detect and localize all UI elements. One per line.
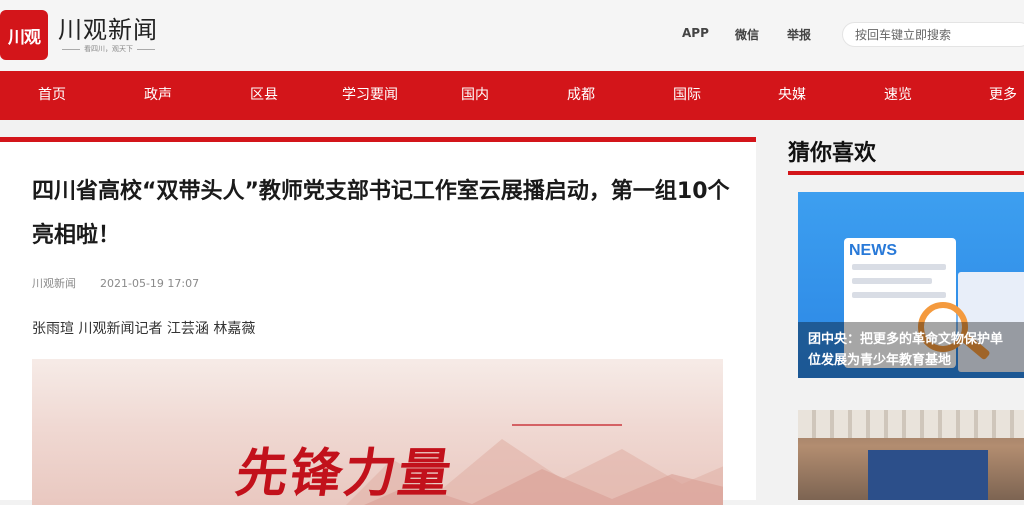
wechat-link[interactable]: 微信 xyxy=(735,26,759,43)
paper-line xyxy=(852,278,932,284)
recommend-card-2[interactable] xyxy=(798,410,1024,500)
recommend-caption-line2: 位发展为青少年教育基地 xyxy=(808,353,952,368)
news-word: NEWS xyxy=(849,242,897,259)
logo-mark-text: 川观 xyxy=(8,27,41,48)
sidebar-title: 猜你喜欢 xyxy=(788,141,877,166)
recommend-caption-line1: 团中央：把更多的革命文物保护单 xyxy=(808,332,1004,347)
recommend-caption: 团中央：把更多的革命文物保护单 位发展为青少年教育基地 xyxy=(798,322,1024,378)
main-nav: 首页 政声 区县 学习要闻 国内 成都 国际 央媒 速览 更多 xyxy=(0,71,1024,120)
article-authors: 张雨瑄 川观新闻记者 江芸涵 林嘉薇 xyxy=(32,321,256,337)
nav-item-chengdu[interactable]: 成都 xyxy=(531,71,631,120)
nav-item-international[interactable]: 国际 xyxy=(637,71,737,120)
nav-item-study-news[interactable]: 学习要闻 xyxy=(320,71,420,120)
search-input[interactable] xyxy=(842,22,1024,47)
report-link[interactable]: 举报 xyxy=(787,26,811,43)
hall-ceiling-illustration xyxy=(798,410,1024,438)
app-link[interactable]: APP xyxy=(682,26,709,40)
article-title: 四川省高校“双带头人”教师党支部书记工作室云展播启动，第一组10个亮相啦！ xyxy=(32,179,730,248)
nav-item-districts[interactable]: 区县 xyxy=(214,71,314,120)
nav-item-home[interactable]: 首页 xyxy=(2,71,102,120)
article-date: 2021-05-19 17:07 xyxy=(100,277,200,290)
nav-item-domestic[interactable]: 国内 xyxy=(425,71,525,120)
site-slogan: 看四川，观天下 xyxy=(58,44,159,54)
nav-item-more[interactable]: 更多 xyxy=(953,71,1024,120)
nav-item-quick-view[interactable]: 速览 xyxy=(848,71,948,120)
site-name[interactable]: 川观新闻 xyxy=(58,10,158,45)
sidebar-divider xyxy=(788,171,1024,175)
nav-item-politics[interactable]: 政声 xyxy=(108,71,208,120)
nav-item-central-media[interactable]: 央媒 xyxy=(742,71,842,120)
article-panel: 四川省高校“双带头人”教师党支部书记工作室云展播启动，第一组10个亮相啦！ 川观… xyxy=(0,137,756,505)
hero-banner-text: 先锋力量 xyxy=(232,443,457,504)
hall-stage-illustration xyxy=(868,450,988,500)
article-source[interactable]: 川观新闻 xyxy=(32,277,76,290)
logo-mark-icon[interactable]: 川观 xyxy=(0,10,48,60)
recommend-card[interactable]: NEWS 团中央：把更多的革命文物保护单 位发展为青少年教育基地 xyxy=(798,192,1024,378)
article-meta: 川观新闻 2021-05-19 17:07 xyxy=(32,275,199,291)
paper-line xyxy=(852,264,946,270)
article-hero-image: 先锋力量 xyxy=(32,359,723,505)
paper-line xyxy=(852,292,946,298)
site-header: 川观 川观新闻 看四川，观天下 APP 微信 举报 xyxy=(0,0,1024,71)
